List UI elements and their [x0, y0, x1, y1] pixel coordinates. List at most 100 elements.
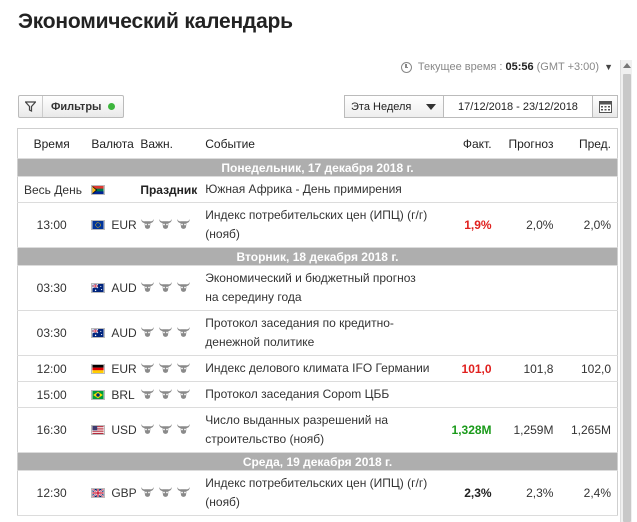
event-actual	[434, 310, 498, 356]
flag-icon	[91, 362, 111, 376]
event-time: Весь День	[17, 176, 86, 203]
currency-code: BRL	[111, 387, 135, 402]
event-forecast	[497, 381, 560, 408]
event-currency	[85, 176, 141, 203]
current-time-selector[interactable]: Текущее время : 05:56 (GMT +3:00) ▼	[400, 61, 613, 73]
event-importance	[140, 381, 206, 408]
event-row[interactable]: 12:30 GBP Индекс потребительских цен (ИПЦ)…	[17, 470, 618, 516]
event-previous	[559, 310, 618, 356]
col-header-actual: Факт.	[434, 128, 498, 159]
currency-code: EUR	[111, 218, 137, 232]
event-row[interactable]: 13:00 EUR Индекс потребительских цен (ИПЦ)…	[17, 202, 618, 248]
bull-icon	[141, 219, 155, 229]
day-header-label: Понедельник, 17 декабря 2018 г.	[17, 158, 618, 177]
event-currency: USD	[85, 407, 141, 453]
bull-icon	[177, 388, 191, 399]
event-currency: AUD	[85, 265, 141, 311]
scroll-up-icon[interactable]	[623, 63, 631, 68]
event-importance	[140, 355, 206, 382]
col-header-previous: Пред.	[559, 128, 618, 159]
event-importance	[140, 265, 206, 311]
event-title[interactable]: Число выданных разрешений на строительст…	[205, 407, 435, 453]
bull-icon	[141, 487, 155, 497]
event-currency: GBP	[85, 470, 141, 516]
bull-icon	[177, 487, 191, 497]
event-currency: EUR	[85, 355, 141, 382]
event-actual: 1,328M	[434, 407, 498, 453]
bull-icon	[141, 388, 155, 399]
event-previous: 2,0%	[559, 202, 618, 248]
event-time: 13:00	[17, 202, 86, 248]
current-time-label: Текущее время :	[417, 61, 503, 73]
day-header-label: Среда, 19 декабря 2018 г.	[17, 452, 618, 471]
flag-icon	[91, 218, 111, 232]
bull-icon	[159, 424, 173, 434]
event-time: 03:30	[17, 310, 86, 356]
event-title[interactable]: Индекс потребительских цен (ИПЦ) (г/г) (…	[205, 470, 435, 516]
event-previous: 2,4%	[559, 470, 618, 516]
col-header-currency: Валюта	[85, 128, 141, 159]
bull-icon	[177, 362, 191, 373]
holiday-row[interactable]: Весь День Праздник Южная Африка - День при…	[17, 176, 618, 203]
event-title[interactable]: Протокол заседания Copom ЦББ	[205, 381, 435, 408]
event-previous	[559, 381, 618, 408]
calendar-button[interactable]	[592, 95, 618, 118]
event-forecast	[497, 310, 560, 356]
table-header-row: Время Валюта Важн. Событие Факт. Прогноз…	[17, 128, 618, 159]
event-actual: 1,9%	[434, 202, 498, 248]
event-title[interactable]: Южная Африка - День примирения	[205, 176, 618, 203]
event-previous: 1,265M	[559, 407, 618, 453]
day-header-row: Понедельник, 17 декабря 2018 г.	[17, 158, 618, 177]
event-title[interactable]: Индекс потребительских цен (ИПЦ) (г/г) (…	[205, 202, 435, 248]
flag-icon	[91, 388, 111, 402]
bull-icon	[177, 327, 191, 337]
flag-icon	[91, 486, 111, 500]
event-row[interactable]: 12:00 EUR Индекс делового климата IFO Герм…	[17, 355, 618, 382]
scrollbar[interactable]	[620, 60, 632, 522]
col-header-time: Время	[17, 128, 86, 159]
bull-icon	[141, 327, 155, 337]
dropdown-arrow-icon	[426, 104, 436, 110]
currency-code: USD	[111, 423, 137, 437]
event-currency: BRL	[85, 381, 141, 408]
page-title: Экономический календарь	[18, 10, 293, 33]
event-title[interactable]: Экономический и бюджетный прогноз на сер…	[205, 265, 435, 311]
economic-calendar-table: Время Валюта Важн. Событие Факт. Прогноз…	[17, 128, 618, 516]
event-row[interactable]: 03:30 AUD Протокол заседания по кредитно-д…	[17, 310, 618, 356]
timezone-value: (GMT +3:00)	[536, 61, 600, 73]
bull-icon	[159, 388, 173, 399]
day-header-row: Среда, 19 декабря 2018 г.	[17, 452, 618, 471]
event-time: 16:30	[17, 407, 86, 453]
event-currency: AUD	[85, 310, 141, 356]
bull-icon	[177, 424, 191, 434]
currency-code: AUD	[111, 281, 137, 295]
bull-icon	[141, 424, 155, 434]
event-title[interactable]: Протокол заседания по кредитно-денежной …	[205, 310, 435, 356]
week-select[interactable]: Эта Неделя	[344, 95, 444, 118]
flag-icon	[91, 326, 111, 340]
chevron-down-icon[interactable]: ▼	[604, 62, 613, 72]
date-range-field[interactable]: 17/12/2018 - 23/12/2018	[443, 95, 593, 118]
scrollbar-thumb[interactable]	[623, 74, 631, 522]
bull-icon	[159, 327, 173, 337]
event-forecast: 2,3%	[497, 470, 560, 516]
event-importance	[140, 407, 206, 453]
col-header-importance: Важн.	[140, 128, 206, 159]
event-importance	[140, 202, 206, 248]
event-title[interactable]: Индекс делового климата IFO Германии	[205, 355, 435, 382]
event-row[interactable]: 15:00 BRL Протокол заседания Copom ЦББ	[17, 381, 618, 408]
event-time: 12:30	[17, 470, 86, 516]
filters-button[interactable]: Фильтры	[18, 95, 124, 118]
day-header-row: Вторник, 18 декабря 2018 г.	[17, 247, 618, 266]
calendar-icon	[598, 100, 612, 113]
event-forecast: 2,0%	[497, 202, 560, 248]
current-time-value: 05:56	[505, 61, 534, 73]
col-header-event: Событие	[205, 128, 435, 159]
event-row[interactable]: 03:30 AUD Экономический и бюджетный прогно…	[17, 265, 618, 311]
event-row[interactable]: 16:30 USD Число выданных разрешений на стр…	[17, 407, 618, 453]
event-previous: 102,0	[559, 355, 618, 382]
bull-icon	[159, 487, 173, 497]
event-currency: EUR	[85, 202, 141, 248]
flag-icon	[91, 183, 111, 197]
event-importance	[140, 470, 206, 516]
